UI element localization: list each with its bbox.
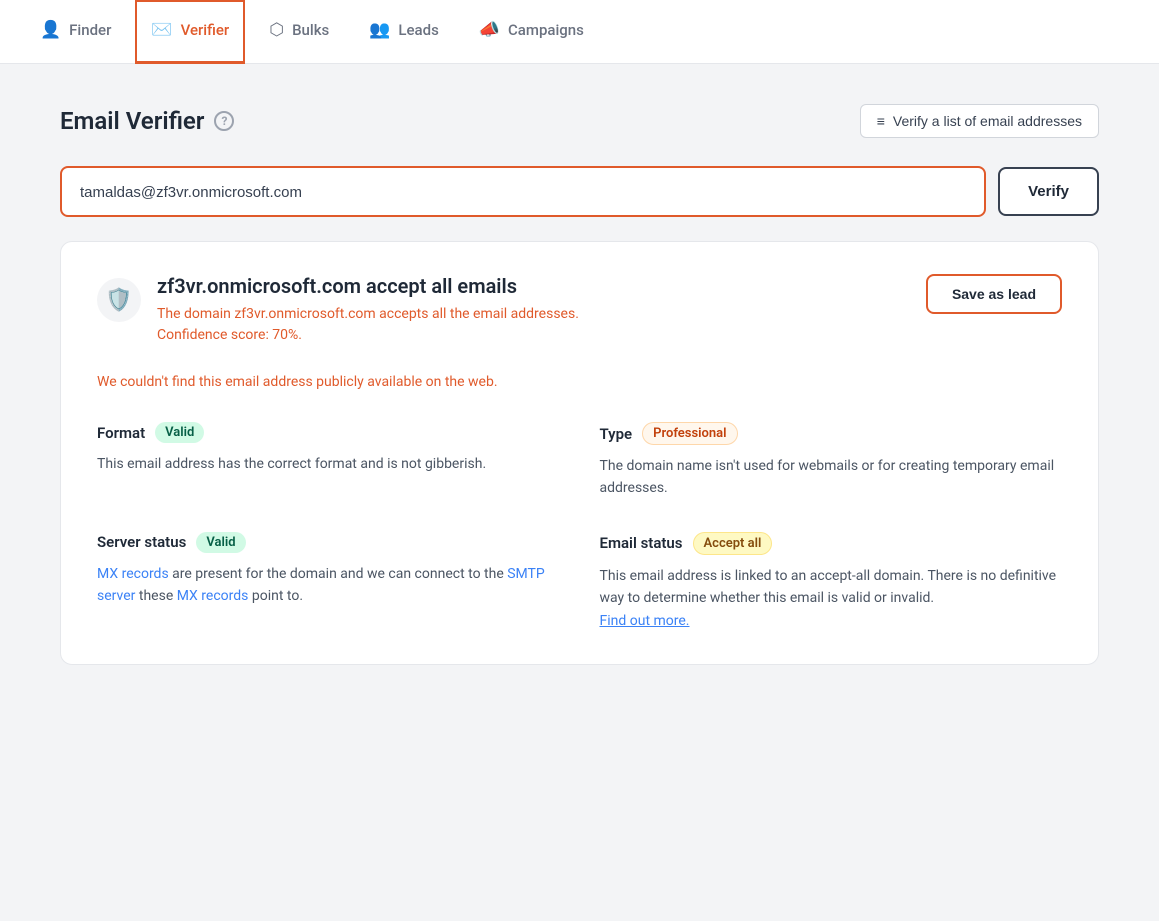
type-badge: Professional	[642, 422, 737, 445]
format-label: Format	[97, 424, 145, 442]
leads-icon: 👥	[369, 20, 390, 40]
email-input[interactable]	[80, 184, 966, 201]
email-input-row: Verify	[60, 166, 1099, 217]
nav-label-finder: Finder	[69, 21, 111, 39]
email-status-section: Email status Accept all This email addre…	[600, 532, 1063, 632]
type-section: Type Professional The domain name isn't …	[600, 422, 1063, 500]
server-status-label: Server status	[97, 533, 186, 551]
domain-desc-line1: The domain zf3vr.onmicrosoft.com accepts…	[157, 304, 579, 346]
format-badge: Valid	[155, 422, 204, 443]
nav-label-verifier: Verifier	[181, 21, 230, 39]
help-icon[interactable]: ?	[214, 111, 234, 131]
domain-title: zf3vr.onmicrosoft.com accept all emails	[157, 274, 579, 298]
finder-icon: 👤	[40, 20, 61, 40]
verify-list-label: Verify a list of email addresses	[893, 113, 1082, 129]
email-status-header: Email status Accept all	[600, 532, 1063, 555]
domain-info: 🛡️ zf3vr.onmicrosoft.com accept all emai…	[97, 274, 579, 346]
campaigns-icon: 📣	[479, 20, 500, 40]
page-title-area: Email Verifier ?	[60, 107, 234, 135]
type-header: Type Professional	[600, 422, 1063, 445]
details-grid: Format Valid This email address has the …	[97, 422, 1062, 632]
server-status-desc: MX records are present for the domain an…	[97, 563, 560, 608]
nav-label-leads: Leads	[398, 21, 438, 39]
type-label: Type	[600, 425, 633, 443]
nav-label-campaigns: Campaigns	[508, 21, 584, 39]
verify-button[interactable]: Verify	[998, 167, 1099, 216]
page-header: Email Verifier ? ≡ Verify a list of emai…	[60, 104, 1099, 138]
nav-label-bulks: Bulks	[292, 21, 329, 39]
nav-item-verifier[interactable]: ✉️ Verifier	[135, 0, 245, 64]
mx-records-link[interactable]: MX records	[177, 588, 249, 604]
format-desc: This email address has the correct forma…	[97, 453, 560, 475]
email-status-desc: This email address is linked to an accep…	[600, 565, 1063, 632]
save-lead-button[interactable]: Save as lead	[926, 274, 1062, 314]
verifier-icon: ✉️	[151, 20, 172, 40]
page-title: Email Verifier	[60, 107, 204, 135]
server-status-badge: Valid	[196, 532, 245, 553]
email-input-wrapper	[60, 166, 986, 217]
server-status-header: Server status Valid	[97, 532, 560, 553]
domain-text: zf3vr.onmicrosoft.com accept all emails …	[157, 274, 579, 346]
bulks-icon: ⬡	[269, 20, 284, 40]
type-desc: The domain name isn't used for webmails …	[600, 455, 1063, 500]
main-content: Email Verifier ? ≡ Verify a list of emai…	[0, 64, 1159, 705]
server-status-section: Server status Valid MX records are prese…	[97, 532, 560, 632]
result-card: 🛡️ zf3vr.onmicrosoft.com accept all emai…	[60, 241, 1099, 665]
email-status-badge: Accept all	[693, 532, 773, 555]
navbar: 👤 Finder ✉️ Verifier ⬡ Bulks 👥 Leads 📣 C…	[0, 0, 1159, 64]
domain-header: 🛡️ zf3vr.onmicrosoft.com accept all emai…	[97, 274, 1062, 346]
nav-item-finder[interactable]: 👤 Finder	[24, 0, 127, 64]
format-header: Format Valid	[97, 422, 560, 443]
nav-item-bulks[interactable]: ⬡ Bulks	[253, 0, 345, 64]
verify-list-button[interactable]: ≡ Verify a list of email addresses	[860, 104, 1099, 138]
format-section: Format Valid This email address has the …	[97, 422, 560, 500]
mx-link[interactable]: MX records	[97, 566, 169, 582]
nav-item-campaigns[interactable]: 📣 Campaigns	[463, 0, 600, 64]
nav-item-leads[interactable]: 👥 Leads	[353, 0, 455, 64]
find-out-more-link[interactable]: Find out more.	[600, 613, 690, 629]
email-status-label: Email status	[600, 534, 683, 552]
list-icon: ≡	[877, 113, 885, 129]
not-found-message: We couldn't find this email address publ…	[97, 366, 1062, 390]
shield-icon: 🛡️	[97, 278, 141, 322]
